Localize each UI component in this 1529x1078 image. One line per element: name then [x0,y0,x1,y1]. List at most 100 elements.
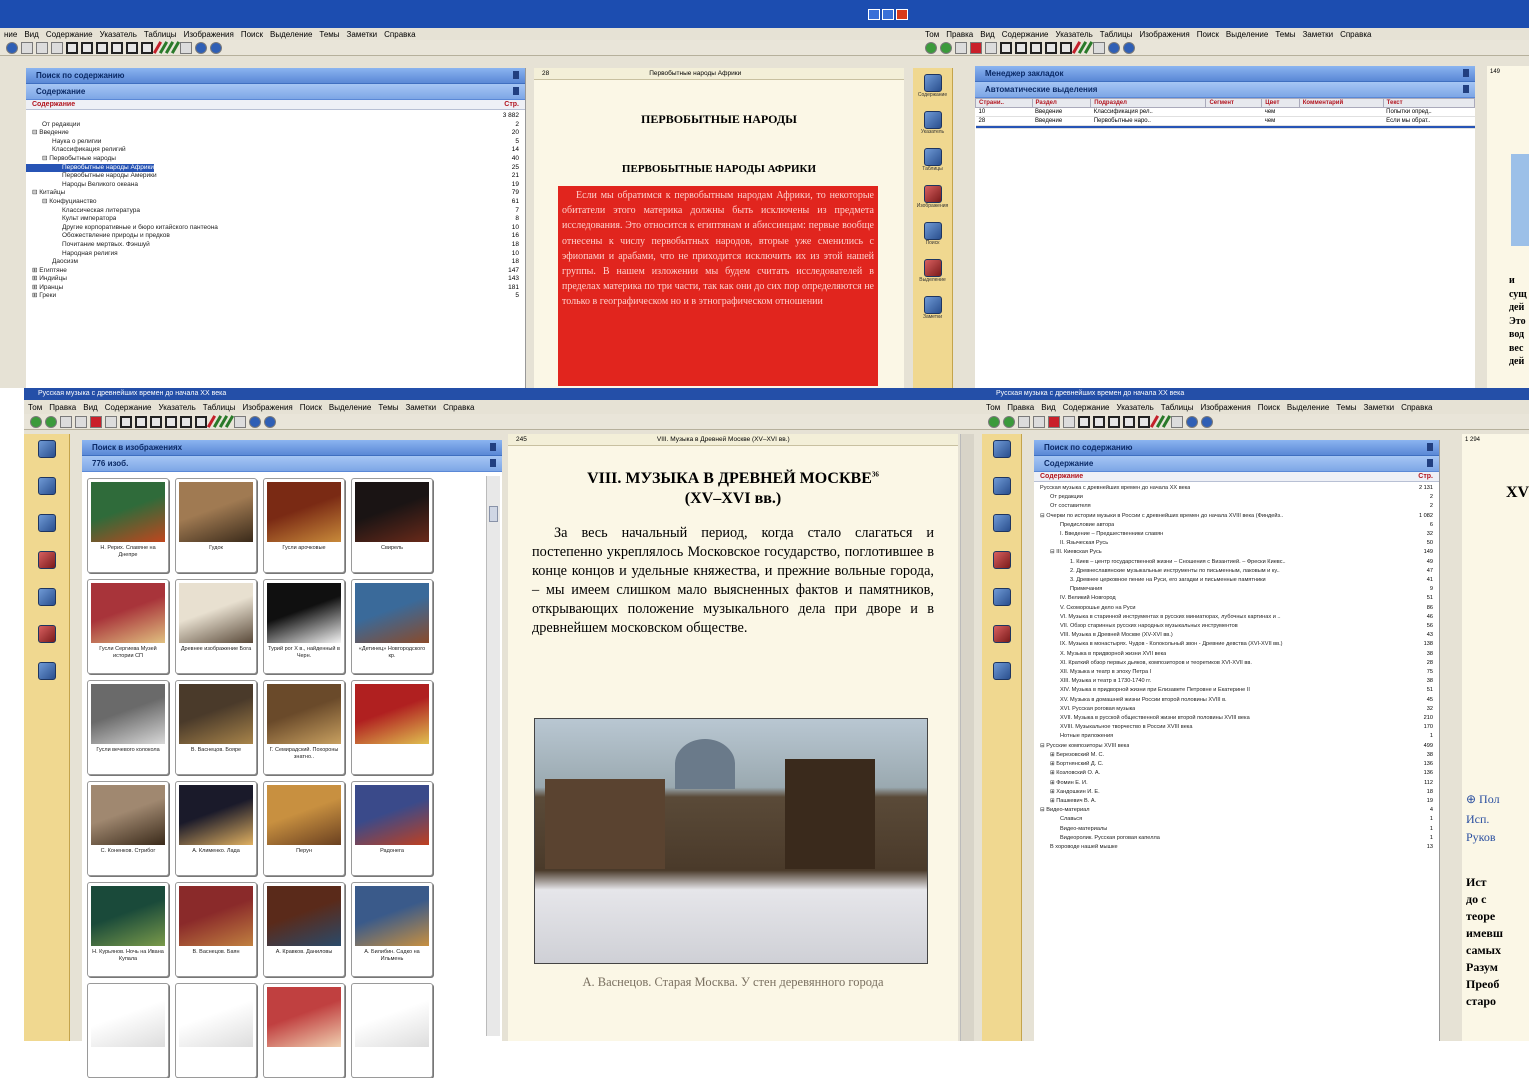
image-thumbnail[interactable] [87,983,169,1078]
tree-row[interactable]: От составителя 2 [1034,502,1439,511]
collapse-icon[interactable] [1427,443,1433,451]
delete-icon[interactable] [970,41,982,54]
tree-row[interactable]: VI. Музыка в старинной инструментах в ру… [1034,613,1439,622]
image-thumbnail[interactable]: Перун [263,781,345,876]
document-scrollbar[interactable] [960,434,974,1041]
collapse-icon[interactable] [490,459,496,467]
tree-row[interactable]: ⊞ Иранцы 181 [26,284,525,293]
tree-row[interactable]: Примечания 9 [1034,585,1439,594]
column-header[interactable]: Сегмент [1205,98,1263,108]
tree-row[interactable]: ⊟ Видео-материал 4 [1034,806,1439,815]
copy-icon[interactable] [60,415,72,428]
menu-item[interactable]: Вид [980,30,994,39]
tree-row[interactable]: ⊟ Китайцы 79 [26,189,525,198]
refresh-icon[interactable] [1003,415,1015,428]
nav-back-icon[interactable] [195,41,207,54]
paint-icon[interactable] [1171,415,1183,428]
tree-row[interactable]: VIII. Музыка в Древней Москве (XV-XVI вв… [1034,631,1439,640]
menu-item[interactable]: Том [28,403,42,412]
menu-item[interactable]: Поиск [1197,30,1219,39]
image-thumbnail[interactable]: А. Клименко. Лада [175,781,257,876]
tree-row[interactable]: Народы Великого океана 19 [26,181,525,190]
menu-item[interactable]: ние [4,30,17,39]
delete-icon[interactable] [90,415,102,428]
layout-1-icon[interactable] [120,415,132,428]
menu-item[interactable]: Вид [1041,403,1055,412]
image-thumbnail[interactable] [351,680,433,775]
copy-icon[interactable] [21,41,33,54]
tree-row[interactable]: Славься 1 [1034,815,1439,824]
paint-icon[interactable] [180,41,192,54]
tree-row[interactable]: Народная религия 10 [26,250,525,259]
tree-row[interactable]: Классическая литература 7 [26,207,525,216]
home-icon[interactable] [925,41,937,54]
tree-row[interactable]: Предисловие автора 6 [1034,521,1439,530]
tree-row[interactable]: XVI. Русская роговая музыка 32 [1034,705,1439,714]
clipped-link[interactable]: ⊕ Пол [1466,792,1500,807]
layout-6-icon[interactable] [195,415,207,428]
menu-item[interactable]: Изображения [1139,30,1189,39]
menu-item[interactable]: Темы [378,403,398,412]
layout-2-icon[interactable] [1015,41,1027,54]
tree-row[interactable]: Нотные приложения 1 [1034,732,1439,741]
menu-item[interactable]: Таблицы [1100,30,1133,39]
sidebar-button[interactable]: Указатель [917,111,949,145]
menu-item[interactable]: Том [925,30,939,39]
layout-5-icon[interactable] [1138,415,1150,428]
sidebar-button[interactable] [31,440,63,474]
menu-item[interactable]: Содержание [46,30,93,39]
image-thumbnail[interactable]: Гусли Сергиева Музей истории СП [87,579,169,674]
menu-item[interactable]: Изображения [1200,403,1250,412]
menu-item[interactable]: Справка [1340,30,1371,39]
menu-item[interactable]: Заметки [1302,30,1333,39]
refresh-icon[interactable] [45,415,57,428]
tree-row[interactable]: XVII. Музыка в русской общественной жизн… [1034,714,1439,723]
tree-row[interactable]: 3 882 [26,112,525,121]
menu-item[interactable]: Содержание [105,403,152,412]
layout-2-icon[interactable] [81,41,93,54]
nav-forward-icon[interactable] [1201,415,1213,428]
home-icon[interactable] [30,415,42,428]
collapse-icon[interactable] [1427,459,1433,467]
image-thumbnail[interactable]: В. Васнецов. Баян [175,882,257,977]
table-row[interactable]: 28 Введение Первобытные наро.. чем Если мы о… [975,116,1475,126]
highlighted-paragraph[interactable]: Если мы обратимся к первобытным народам … [558,186,878,386]
tree-row[interactable]: ⊟ Очерки по истории музыки в России с др… [1034,512,1439,521]
sidebar-button[interactable]: Изображения [917,185,949,219]
image-thumbnail[interactable] [263,983,345,1078]
sidebar-button[interactable] [986,514,1018,548]
tree-row[interactable]: Видео-материалы 1 [1034,825,1439,834]
tree-row[interactable]: Культ императора 8 [26,215,525,224]
menu-item[interactable]: Таблицы [1161,403,1194,412]
tree-row[interactable]: ⊞ Березовский М. С. 38 [1034,751,1439,760]
tree-row[interactable]: XIII. Музыка и театр в 1730-1740 гг. 38 [1034,677,1439,686]
layout-1-icon[interactable] [66,41,78,54]
layout-6-icon[interactable] [141,41,153,54]
menu-item[interactable]: Указатель [100,30,137,39]
tree-row[interactable]: V. Скоморошье дело на Руси 86 [1034,604,1439,613]
tree-row[interactable]: Обожествление природы и предков 16 [26,232,525,241]
layout-1-icon[interactable] [1000,41,1012,54]
tree-row[interactable]: VII. Обзор старинных русских народных му… [1034,622,1439,631]
menu-item[interactable]: Поиск [300,403,322,412]
nav-back-icon[interactable] [249,415,261,428]
layout-3-icon[interactable] [1030,41,1042,54]
layout-5-icon[interactable] [126,41,138,54]
menu-item[interactable]: Заметки [405,403,436,412]
column-header[interactable]: Текст [1382,98,1476,108]
menu-item[interactable]: Таблицы [144,30,177,39]
menu-item[interactable]: Справка [384,30,415,39]
tree-row[interactable]: ⊞ Хандошкин И. Е. 18 [1034,788,1439,797]
delete-icon[interactable] [1048,415,1060,428]
collapse-icon[interactable] [1463,69,1469,77]
menu-item[interactable]: Выделение [329,403,371,412]
image-thumbnail[interactable]: С. Коненков. Стрибог [87,781,169,876]
menu-item[interactable]: Указатель [159,403,196,412]
tree-row[interactable]: 3. Древнее церковное пение на Руси, его … [1034,576,1439,585]
sidebar-button[interactable] [986,440,1018,474]
tree-row[interactable]: Первобытные народы Америки 21 [26,172,525,181]
collapse-icon[interactable] [1463,85,1469,93]
tree-row[interactable]: ⊟ Первобытные народы 40 [26,155,525,164]
sidebar-button[interactable] [31,477,63,511]
menu-item[interactable]: Том [986,403,1000,412]
